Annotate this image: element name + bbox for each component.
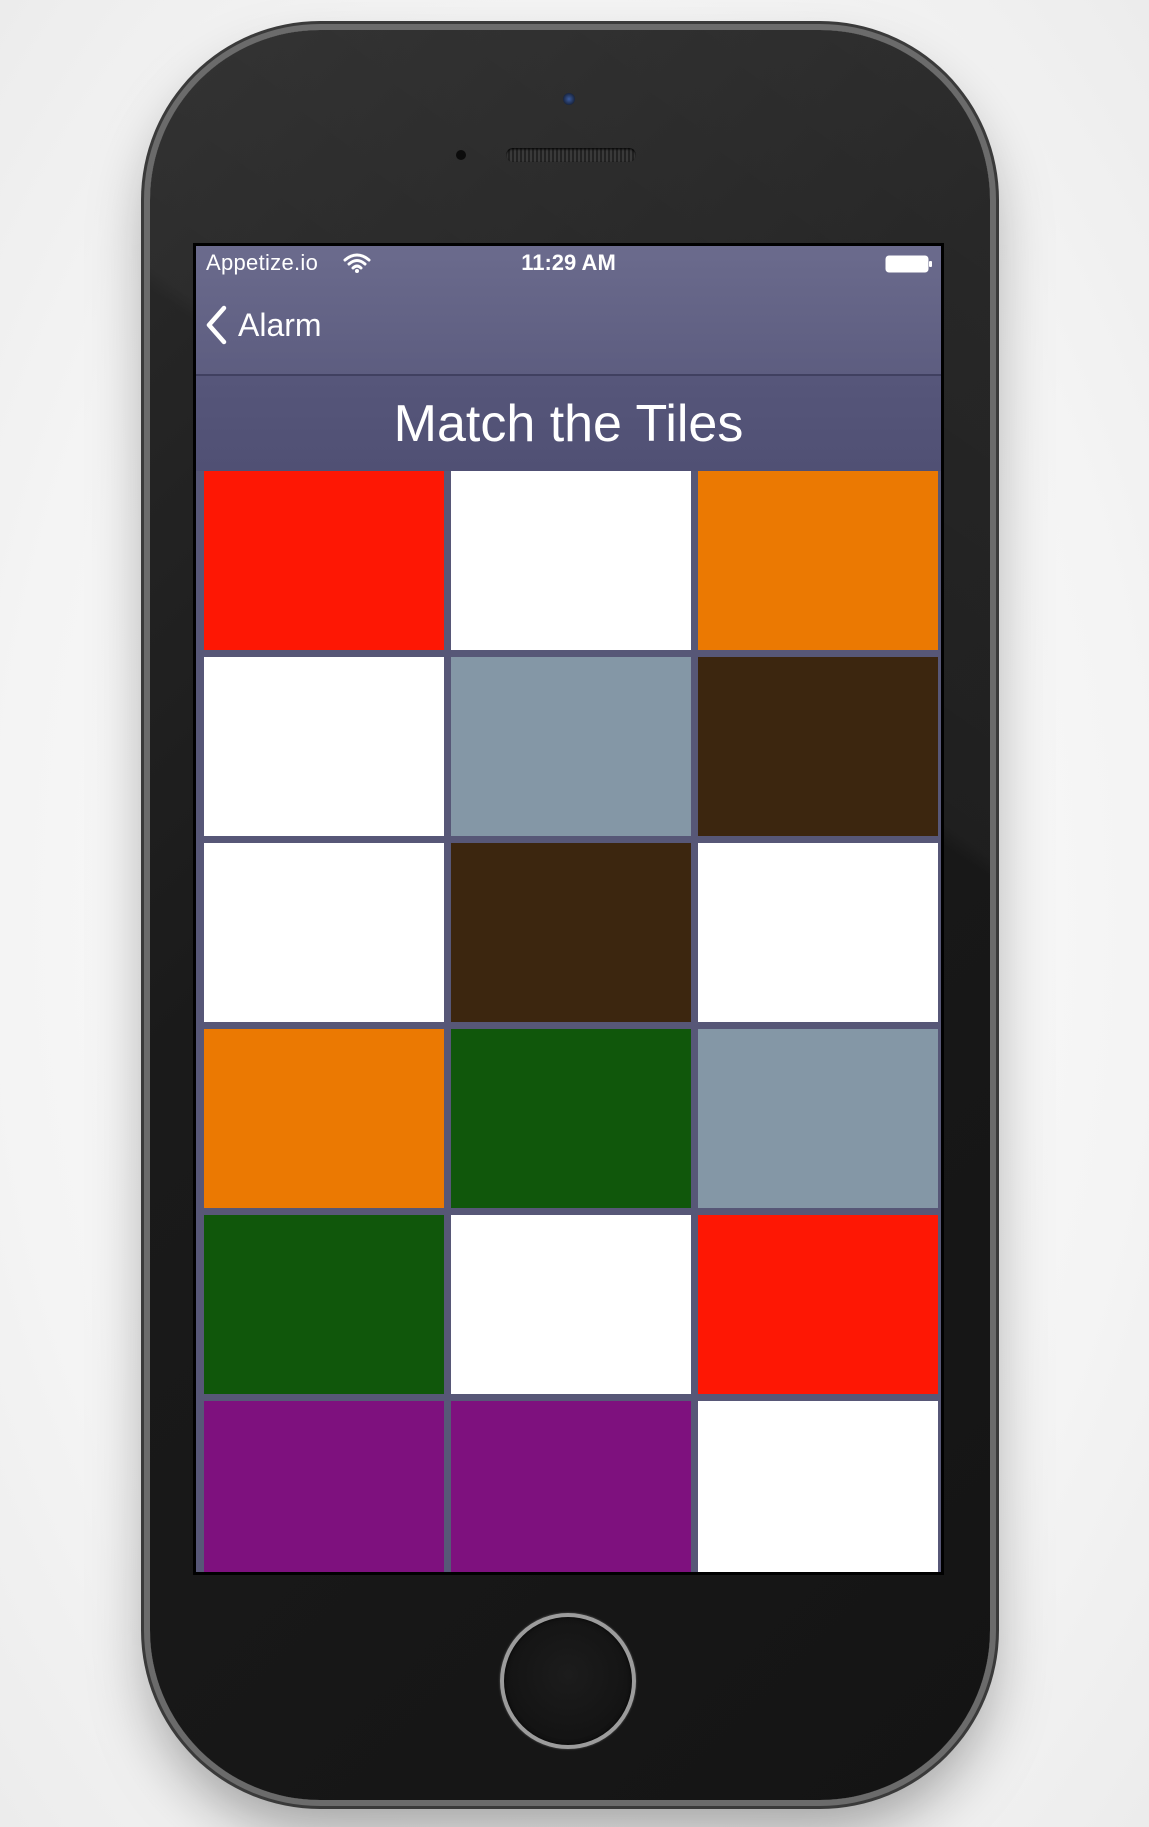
chevron-left-icon: [206, 305, 227, 345]
earpiece-speaker: [506, 148, 636, 162]
tile[interactable]: [451, 1029, 691, 1208]
tile[interactable]: [204, 1029, 444, 1208]
tile[interactable]: [451, 471, 691, 650]
tile[interactable]: [451, 843, 691, 1022]
front-camera: [563, 93, 575, 105]
status-time: 11:29 AM: [521, 250, 616, 275]
battery-icon: [885, 255, 932, 273]
mockup-stage: Appetize.io 11:29 AM Alarm Match the Til…: [0, 0, 1149, 1827]
navigation-bar: Appetize.io 11:29 AM Alarm: [196, 246, 941, 376]
home-button[interactable]: [500, 1613, 636, 1749]
tile[interactable]: [451, 657, 691, 836]
tile[interactable]: [451, 1401, 691, 1572]
tile[interactable]: [698, 657, 938, 836]
tile[interactable]: [204, 1401, 444, 1572]
title-bar: Match the Tiles: [196, 376, 941, 471]
tile[interactable]: [698, 471, 938, 650]
tile[interactable]: [698, 1215, 938, 1394]
proximity-sensor: [456, 150, 466, 160]
tile[interactable]: [698, 1401, 938, 1572]
phone-screen: Appetize.io 11:29 AM Alarm Match the Til…: [193, 243, 944, 1575]
tile[interactable]: [698, 1029, 938, 1208]
page-title: Match the Tiles: [393, 394, 744, 453]
tile[interactable]: [204, 843, 444, 1022]
back-button-label: Alarm: [238, 306, 322, 343]
tile[interactable]: [451, 1215, 691, 1394]
tile[interactable]: [204, 1215, 444, 1394]
tile[interactable]: [698, 843, 938, 1022]
tile-grid: [204, 471, 939, 1572]
back-button[interactable]: Alarm: [204, 302, 322, 348]
tile[interactable]: [204, 657, 444, 836]
tile[interactable]: [204, 471, 444, 650]
